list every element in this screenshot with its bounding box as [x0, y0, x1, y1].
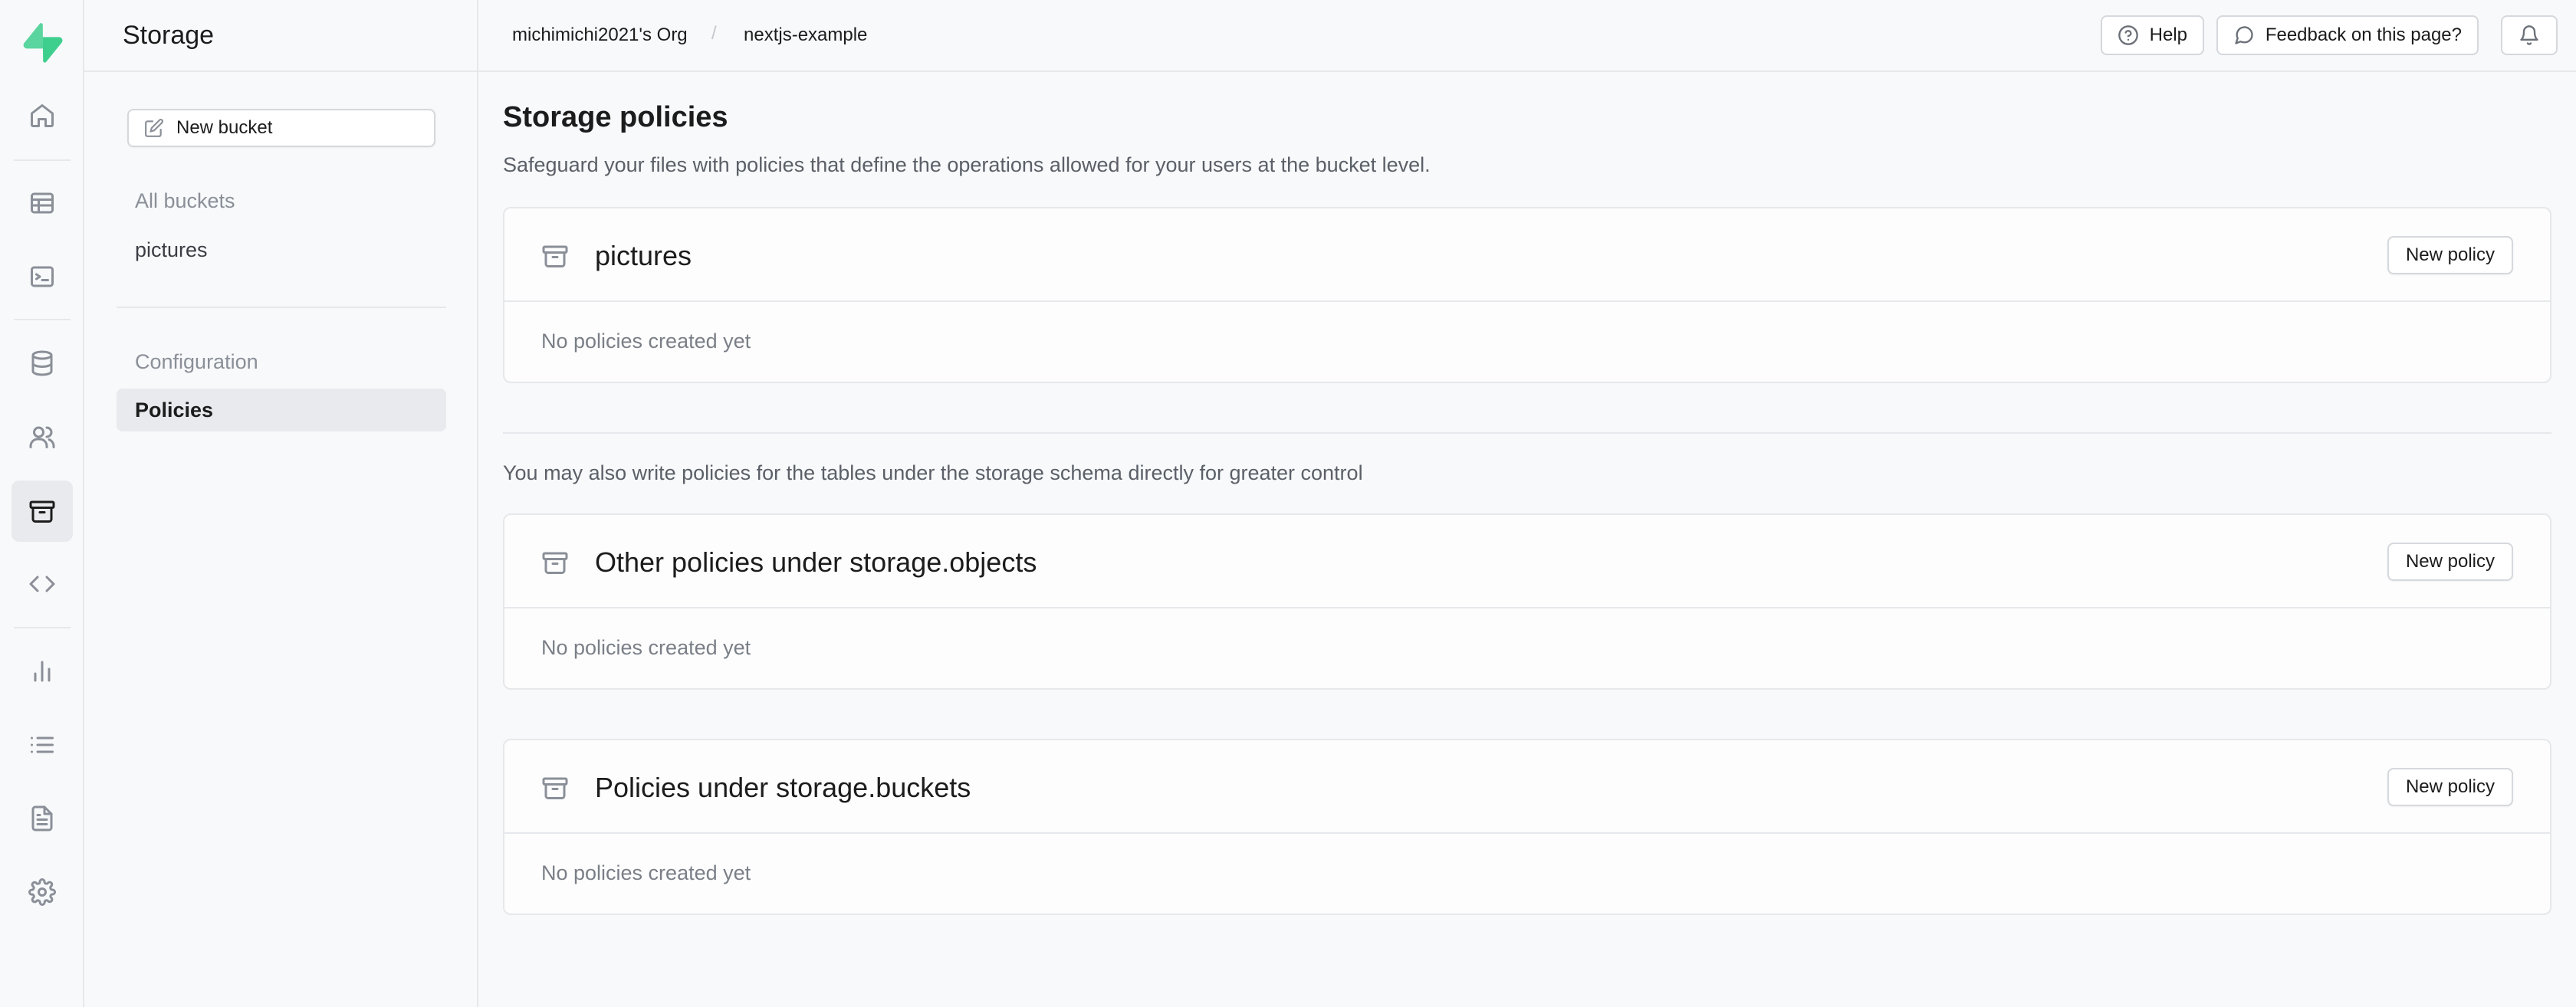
table-icon: [31, 192, 54, 214]
rail-api-docs-button[interactable]: [12, 788, 73, 849]
rail-divider: [14, 319, 71, 320]
feedback-label: Feedback on this page?: [2265, 25, 2462, 45]
help-circle-icon: [2118, 25, 2138, 45]
menu-title: Storage: [123, 20, 215, 50]
document-icon: [31, 805, 53, 832]
app-root: Storage New bucket All buckets pictures …: [0, 0, 2576, 1007]
menu-item-bucket-pictures[interactable]: pictures: [117, 228, 446, 271]
code-icon: [29, 576, 55, 592]
rail-divider: [14, 159, 71, 161]
new-policy-button[interactable]: New policy: [2387, 768, 2513, 806]
menu-section-configuration: Configuration: [135, 349, 258, 373]
database-icon: [31, 350, 53, 376]
rail-settings-button[interactable]: [12, 861, 73, 923]
top-bar: michimichi2021's Org / nextjs-example He…: [478, 0, 2576, 72]
bar-chart-icon: [34, 661, 51, 682]
breadcrumb-separator: /: [711, 23, 717, 44]
rail-table-editor-button[interactable]: [12, 172, 73, 234]
archive-icon: [542, 245, 568, 267]
rail-logs-button[interactable]: [12, 714, 73, 776]
rail-storage-button[interactable]: [12, 481, 73, 542]
list-icon: [31, 736, 54, 753]
menu-divider: [117, 307, 446, 308]
panel-empty-text: No policies created yet: [541, 861, 751, 884]
storage-menu: Storage New bucket All buckets pictures …: [84, 0, 478, 1007]
gear-icon: [28, 878, 56, 906]
panel-title: pictures: [595, 240, 692, 271]
breadcrumb-org[interactable]: michimichi2021's Org: [512, 25, 688, 46]
archive-icon: [29, 500, 55, 523]
new-policy-button[interactable]: New policy: [2387, 236, 2513, 274]
help-label: Help: [2149, 25, 2187, 45]
bell-icon: [2520, 25, 2538, 45]
policy-panel-storage-buckets: Policies under storage.buckets New polic…: [503, 739, 2551, 915]
rail-reports-button[interactable]: [12, 641, 73, 702]
page-subtitle: Safeguard your files with policies that …: [503, 153, 1431, 176]
policy-panel-storage-objects: Other policies under storage.objects New…: [503, 513, 2551, 690]
panel-header: pictures New policy: [504, 208, 2550, 302]
rail-home-button[interactable]: [12, 85, 73, 146]
menu-item-all-buckets[interactable]: All buckets: [117, 179, 446, 222]
edit-icon: [145, 119, 163, 137]
content-divider: [503, 432, 2551, 434]
new-bucket-label: New bucket: [176, 117, 273, 138]
archive-icon: [542, 777, 568, 799]
rail-edge-functions-button[interactable]: [12, 553, 73, 615]
page-title: Storage policies: [503, 101, 728, 133]
panel-title: Other policies under storage.objects: [595, 546, 1037, 578]
notifications-button[interactable]: [2501, 15, 2558, 55]
supabase-logo-icon[interactable]: [23, 23, 63, 63]
panel-empty-text: No policies created yet: [541, 636, 751, 659]
new-policy-button[interactable]: New policy: [2387, 543, 2513, 581]
archive-icon: [542, 552, 568, 574]
home-icon: [31, 104, 54, 127]
help-button[interactable]: Help: [2100, 15, 2204, 55]
rail-divider: [14, 627, 71, 628]
menu-item-policies[interactable]: Policies: [117, 389, 446, 431]
feedback-button[interactable]: Feedback on this page?: [2216, 15, 2479, 55]
menu-header: Storage: [84, 0, 477, 72]
storage-schema-note: You may also write policies for the tabl…: [503, 461, 1363, 484]
rail-database-button[interactable]: [12, 333, 73, 394]
panel-title: Policies under storage.buckets: [595, 772, 971, 803]
policy-panel-pictures: pictures New policy No policies created …: [503, 207, 2551, 383]
rail-sql-editor-button[interactable]: [12, 246, 73, 307]
new-bucket-button[interactable]: New bucket: [127, 109, 435, 147]
rail-authentication-button[interactable]: [12, 406, 73, 467]
panel-empty-text: No policies created yet: [541, 330, 751, 353]
terminal-icon: [31, 266, 54, 287]
breadcrumb-project[interactable]: nextjs-example: [744, 25, 867, 46]
panel-header: Other policies under storage.objects New…: [504, 515, 2550, 608]
message-circle-icon: [2235, 26, 2253, 44]
panel-header: Policies under storage.buckets New polic…: [504, 740, 2550, 834]
users-icon: [29, 426, 55, 448]
icon-rail: [0, 0, 84, 1007]
